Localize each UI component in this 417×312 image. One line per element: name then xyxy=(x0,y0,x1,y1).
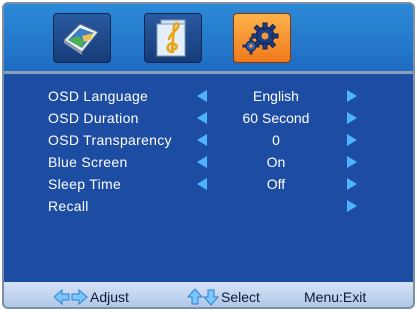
tab-settings[interactable] xyxy=(233,13,291,63)
left-right-arrows-icon xyxy=(54,288,88,305)
arrow-left-icon[interactable] xyxy=(196,178,208,190)
menu-row-blue-screen[interactable]: Blue Screen On xyxy=(4,151,413,173)
menu-row-osd-transparency[interactable]: OSD Transparency 0 xyxy=(4,129,413,151)
menu-label: Recall xyxy=(48,198,89,214)
hint-adjust: Adjust xyxy=(54,282,129,307)
arrow-right-icon[interactable] xyxy=(346,156,358,168)
footer-hint-bar: Adjust Select Menu:Exit xyxy=(4,282,413,307)
hint-menu-exit-label: Menu:Exit xyxy=(304,288,367,305)
hint-menu-exit: Menu:Exit xyxy=(304,282,367,307)
settings-menu: OSD Language English OSD Duration 60 Sec… xyxy=(4,74,413,282)
arrow-right-icon[interactable] xyxy=(346,200,358,212)
arrow-right-icon[interactable] xyxy=(346,90,358,102)
menu-value: 0 xyxy=(272,132,280,148)
tab-picture[interactable] xyxy=(53,13,111,63)
menu-row-osd-language[interactable]: OSD Language English xyxy=(4,85,413,107)
menu-label: OSD Duration xyxy=(48,110,139,126)
menu-row-osd-duration[interactable]: OSD Duration 60 Second xyxy=(4,107,413,129)
menu-value: Off xyxy=(266,176,286,192)
menu-row-sleep-time[interactable]: Sleep Time Off xyxy=(4,173,413,195)
settings-icon xyxy=(242,22,279,55)
arrow-left-icon[interactable] xyxy=(196,134,208,146)
arrow-right-icon[interactable] xyxy=(346,112,358,124)
menu-label: OSD Language xyxy=(48,88,149,104)
arrow-left-icon[interactable] xyxy=(196,90,208,102)
hint-select: Select xyxy=(187,282,260,307)
arrow-left-icon[interactable] xyxy=(196,112,208,124)
menu-value: On xyxy=(266,154,286,170)
picture-icon xyxy=(63,23,99,55)
tab-bar xyxy=(4,4,413,74)
menu-value: English xyxy=(253,88,299,104)
tab-sound[interactable] xyxy=(144,13,202,63)
hint-select-label: Select xyxy=(221,288,260,305)
arrow-left-icon[interactable] xyxy=(196,156,208,168)
menu-value: 60 Second xyxy=(242,110,310,126)
arrow-right-icon[interactable] xyxy=(346,178,358,190)
menu-label: OSD Transparency xyxy=(48,132,172,148)
sound-icon xyxy=(156,19,186,57)
menu-label: Sleep Time xyxy=(48,176,122,192)
osd-menu-window: OSD Language English OSD Duration 60 Sec… xyxy=(2,2,415,309)
menu-label: Blue Screen xyxy=(48,154,128,170)
up-down-arrows-icon xyxy=(187,287,220,306)
menu-row-recall[interactable]: Recall xyxy=(4,195,413,217)
arrow-right-icon[interactable] xyxy=(346,134,358,146)
hint-adjust-label: Adjust xyxy=(90,288,129,305)
